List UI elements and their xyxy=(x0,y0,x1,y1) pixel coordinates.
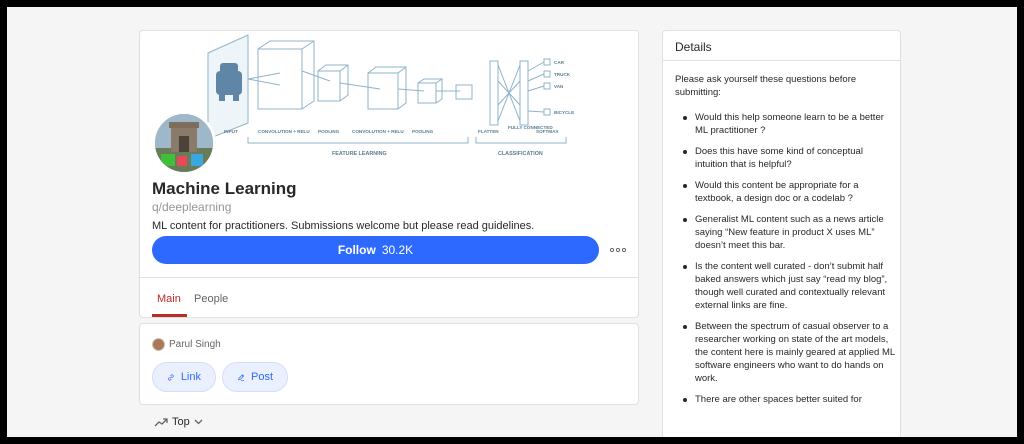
link-label: Link xyxy=(180,371,201,383)
sort-label: Top xyxy=(172,416,190,428)
label-flatten: FLATTEN xyxy=(478,129,499,134)
label-classification: CLASSIFICATION xyxy=(498,151,543,157)
composer-user: Parul Singh xyxy=(152,338,221,351)
space-description: ML content for practitioners. Submission… xyxy=(152,220,535,232)
tab-people[interactable]: People xyxy=(194,293,228,305)
user-name: Parul Singh xyxy=(169,339,221,350)
more-dots-icon xyxy=(610,248,626,252)
header-divider xyxy=(140,277,638,278)
post-label: Post xyxy=(250,371,273,383)
link-button[interactable]: Link xyxy=(152,362,216,392)
sort-dropdown[interactable]: Top xyxy=(154,416,203,428)
guideline-item: Between the spectrum of casual observer … xyxy=(675,320,897,385)
guidelines-list: Would this help someone learn to be a be… xyxy=(675,111,897,414)
guideline-item: Does this have some kind of conceptual i… xyxy=(675,145,897,171)
space-title: Machine Learning xyxy=(152,179,297,198)
guideline-item: Is the content well curated - don’t subm… xyxy=(675,260,897,312)
tab-main[interactable]: Main xyxy=(157,293,181,305)
guideline-item: Would this help someone learn to be a be… xyxy=(675,111,897,137)
link-icon xyxy=(168,373,174,381)
label-truck: TRUCK xyxy=(554,72,571,77)
label-input: INPUT xyxy=(224,129,238,134)
guideline-item: Would this content be appropriate for a … xyxy=(675,179,897,205)
pencil-icon xyxy=(238,373,245,381)
user-avatar xyxy=(152,338,165,351)
label-softmax: SOFTMAX xyxy=(536,129,559,134)
label-van: VAN xyxy=(554,84,564,89)
composer-card: Parul Singh Link Post xyxy=(139,323,639,405)
label-conv2: CONVOLUTION + RELU xyxy=(352,129,404,134)
chevron-down-icon xyxy=(194,419,203,425)
space-header-card: INPUT CONVOLUTION + RELU POOLING CONVOLU… xyxy=(139,30,639,318)
cnn-architecture-diagram: INPUT CONVOLUTION + RELU POOLING CONVOLU… xyxy=(207,34,574,157)
app-screen: INPUT CONVOLUTION + RELU POOLING CONVOLU… xyxy=(7,7,1017,437)
follow-button[interactable]: Follow 30.2K xyxy=(152,236,599,264)
guideline-item: There are other spaces better suited for xyxy=(675,393,897,406)
label-conv1: CONVOLUTION + RELU xyxy=(258,129,310,134)
label-car: CAR xyxy=(554,60,565,65)
landmark-avatar-icon xyxy=(155,114,213,172)
follower-count: 30.2K xyxy=(381,243,414,257)
post-button[interactable]: Post xyxy=(222,362,288,392)
follow-label: Follow xyxy=(337,243,376,257)
label-pool1: POOLING xyxy=(318,129,340,134)
label-feature-learning: FEATURE LEARNING xyxy=(332,151,387,157)
label-bicycle: BICYCLE xyxy=(554,110,574,115)
details-heading: Details xyxy=(663,31,900,61)
label-pool2: POOLING xyxy=(412,129,434,134)
space-handle: q/deeplearning xyxy=(152,200,232,214)
trending-up-icon xyxy=(154,418,168,427)
active-tab-indicator xyxy=(152,314,187,317)
details-card: Details Please ask yourself these questi… xyxy=(662,30,901,437)
details-intro: Please ask yourself these questions befo… xyxy=(675,74,857,98)
space-cover-banner: INPUT CONVOLUTION + RELU POOLING CONVOLU… xyxy=(140,31,638,181)
space-avatar[interactable] xyxy=(152,111,216,175)
more-options-button[interactable] xyxy=(607,239,629,261)
guideline-item: Generalist ML content such as a news art… xyxy=(675,213,897,252)
